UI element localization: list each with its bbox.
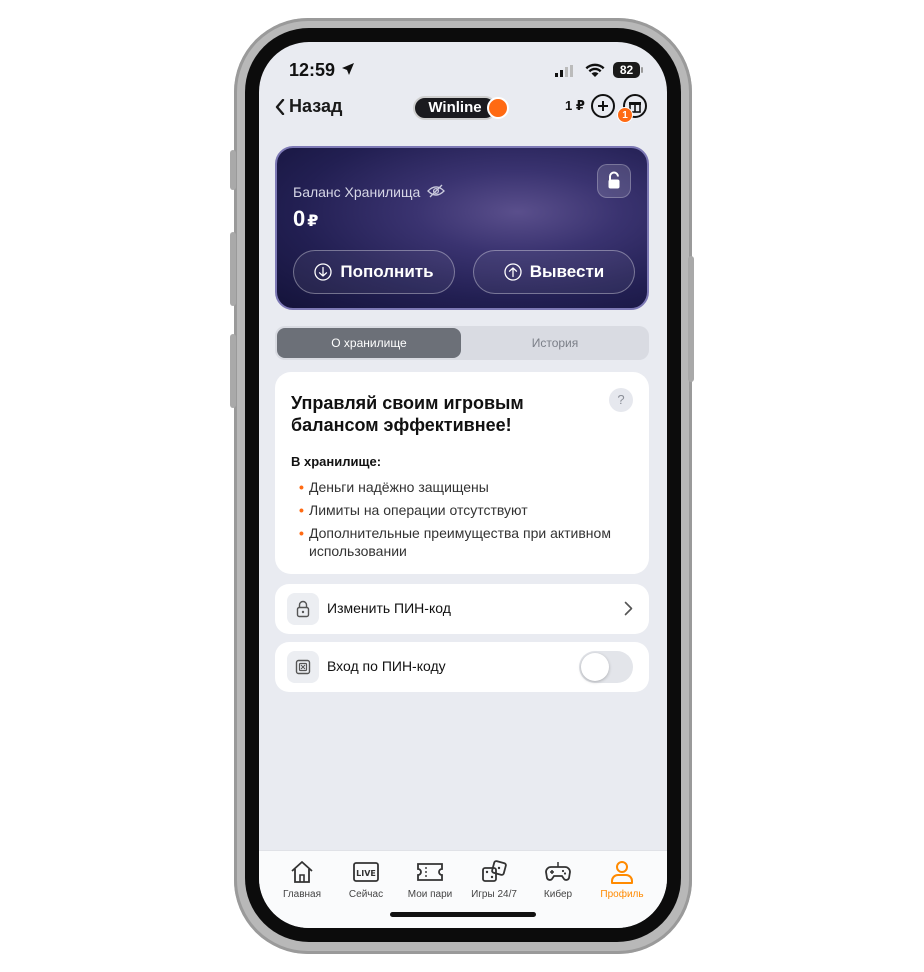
notification-badge: 1 [617,107,633,123]
withdraw-label: Вывести [529,262,605,281]
volume-down-button [230,334,236,408]
vault-balance-label: Баланс Хранилища [293,184,421,200]
battery-indicator: 82 [613,62,640,78]
volume-up-button [230,232,236,306]
tab-history[interactable]: История [463,328,647,358]
withdraw-button[interactable]: Вывести [473,250,635,294]
nav-cyber[interactable]: Кибер [527,859,589,900]
battery-tip [641,67,643,73]
location-arrow-icon [342,63,354,75]
vault-balance-amount: 0 ₽ [293,206,318,232]
list-item: Дополнительные преимущества при активном… [299,524,639,560]
toggle-knob [581,653,609,681]
logo-dot [487,97,509,119]
pin-lock-icon [287,593,319,625]
add-funds-button[interactable] [591,94,615,118]
nav-label: Мои пари [407,889,453,900]
cellular-signal-icon [555,65,573,77]
vault-balance-card: Баланс Хранилища 0 ₽ Пополнить Вывести [275,146,649,310]
info-subtitle: В хранилище: [291,454,382,469]
nav-my-bets[interactable]: Мои пари [399,859,461,900]
profile-icon [611,861,633,884]
eye-hidden-icon[interactable] [427,184,445,198]
pin-login-label: Вход по ПИН-коду [327,658,446,674]
nav-home[interactable]: Главная [271,859,333,900]
logo-text: Winline [413,96,497,120]
vault-amount-value: 0 [293,206,306,231]
winline-logo: Winline [413,96,509,120]
deposit-button[interactable]: Пополнить [293,250,455,294]
top-header: Назад Winline 1 ₽ 1 [259,94,667,124]
vault-lock-button[interactable] [597,164,631,198]
status-bar: 12:59 82 [259,60,667,82]
help-button[interactable]: ? [609,388,633,412]
home-indicator[interactable] [390,912,536,917]
silent-switch [230,150,236,190]
wifi-icon [585,63,605,77]
list-item: Деньги надёжно защищены [299,478,639,496]
home-icon [291,861,313,883]
keypad-icon [287,651,319,683]
nav-live[interactable]: LIVE Сейчас [335,859,397,900]
dice-icon [482,860,507,882]
info-list: Деньги надёжно защищены Лимиты на операц… [299,478,639,565]
chevron-right-icon [624,601,633,616]
app-screen: 12:59 82 Назад Winline 1 ₽ 1 Баланс Хран… [259,42,667,928]
vault-tabs: О хранилище История [275,326,649,360]
power-button [688,256,694,382]
back-label: Назад [289,96,343,116]
pin-login-row: Вход по ПИН-коду [275,642,649,692]
chevron-left-icon [275,98,285,115]
nav-label: Профиль [600,889,644,900]
vault-info-card: Управляй своим игровым балансом эффектив… [275,372,649,574]
arrow-up-circle-icon [504,263,522,281]
back-button[interactable]: Назад [275,96,342,117]
gamepad-icon [545,862,571,881]
status-time: 12:59 [289,60,336,80]
nav-label: Кибер [543,889,573,900]
vault-currency: ₽ [307,213,319,230]
lock-icon [608,171,620,189]
arrow-down-circle-icon [314,263,333,281]
svg-text:LIVE: LIVE [356,869,376,878]
change-pin-label: Изменить ПИН-код [327,600,451,616]
pin-login-toggle[interactable] [579,651,633,683]
deposit-label: Пополнить [340,262,434,281]
nav-label: Сейчас [348,889,384,900]
nav-label: Игры 24/7 [471,889,517,900]
change-pin-row[interactable]: Изменить ПИН-код [275,584,649,634]
header-balance[interactable]: 1 ₽ [565,98,585,114]
ticket-icon [417,863,443,881]
nav-profile[interactable]: Профиль [591,859,653,900]
nav-label: Главная [282,889,322,900]
tab-about-vault[interactable]: О хранилище [277,328,461,358]
list-item: Лимиты на операции отсутствуют [299,501,639,519]
info-title: Управляй своим игровым балансом эффектив… [291,393,524,435]
live-icon: LIVE [353,862,379,882]
nav-games[interactable]: Игры 24/7 [463,859,525,900]
